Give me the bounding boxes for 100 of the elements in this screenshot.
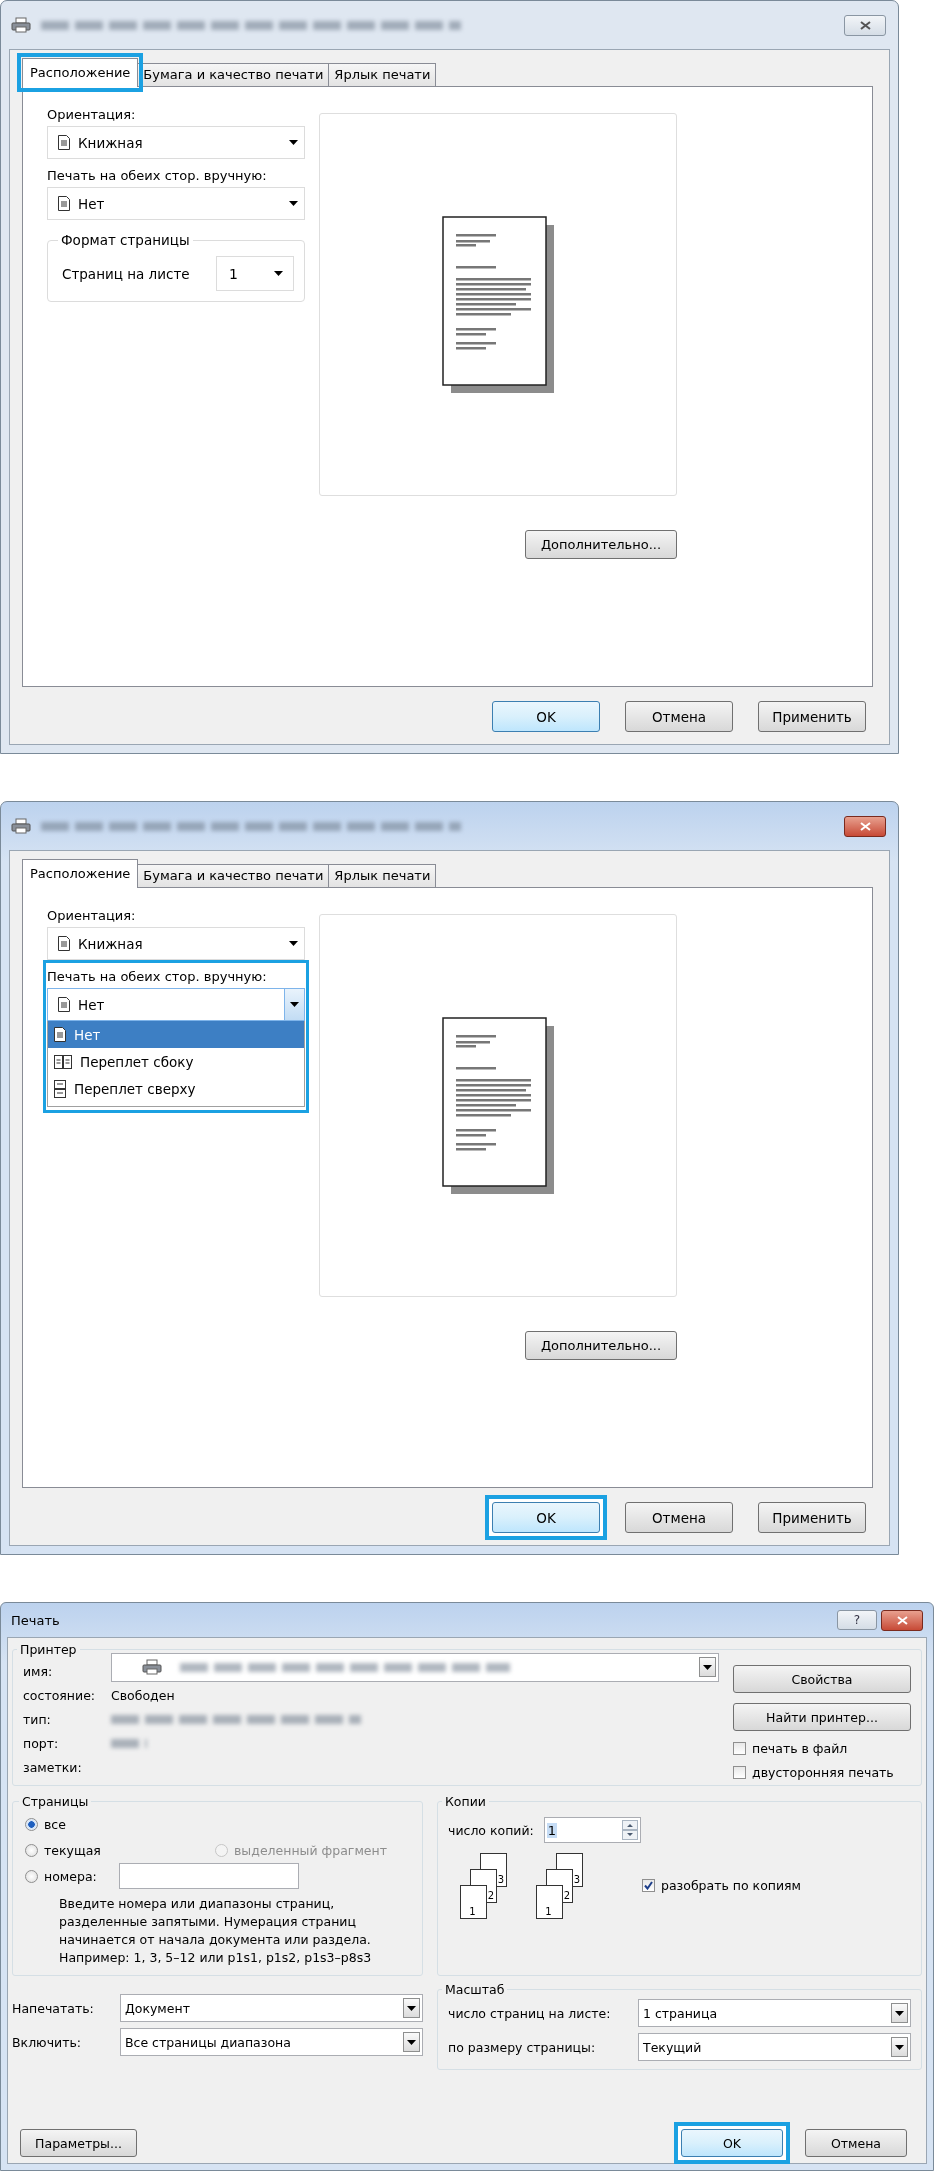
side-by-side-pages-icon <box>54 1054 72 1069</box>
checkbox[interactable] <box>642 1878 655 1892</box>
dropdown[interactable]: Документ <box>120 1994 423 2022</box>
window-title: Печать <box>10 1612 60 1628</box>
button[interactable]: Дополнительно... <box>525 1331 677 1360</box>
radio-label: текущая <box>44 1842 101 1858</box>
checkbox[interactable] <box>733 1765 746 1779</box>
page-icon <box>58 135 70 150</box>
checkbox-label: разобрать по копиям <box>661 1877 802 1893</box>
button[interactable]: Отмена <box>805 2129 907 2157</box>
field-label: заметки: <box>23 1759 83 1775</box>
button[interactable]: Параметры... <box>20 2129 137 2157</box>
field-label: тип: <box>23 1711 52 1727</box>
button[interactable]: Дополнительно... <box>525 530 677 559</box>
dropdown-option[interactable]: Нет <box>48 1021 304 1048</box>
dropdown-option[interactable]: Переплет сверху <box>48 1075 304 1102</box>
close-button[interactable] <box>881 1609 923 1631</box>
button[interactable]: Применить <box>758 701 866 732</box>
printer-icon <box>142 1659 162 1675</box>
group-title: Формат страницы <box>60 232 191 248</box>
radio-label: выделенный фрагмент <box>234 1842 387 1858</box>
dropdown[interactable]: Нет <box>47 187 305 220</box>
field-label: состояние: <box>23 1687 97 1703</box>
dropdown-button[interactable] <box>403 1998 420 2018</box>
dropdown[interactable]: Книжная <box>47 927 305 960</box>
spin-arrows-icon <box>621 1820 638 1840</box>
button[interactable]: Найти принтер... <box>733 1703 911 1731</box>
close-button[interactable] <box>844 815 886 837</box>
page-number: 1 <box>545 1906 552 1918</box>
page-number: 1 <box>469 1906 476 1918</box>
close-icon <box>859 821 871 831</box>
group-title: Страницы <box>21 1794 90 1809</box>
input-field[interactable] <box>118 1863 299 1889</box>
field-label: имя: <box>23 1663 54 1679</box>
field-label: по размеру страницы: <box>448 2039 597 2055</box>
radio-button[interactable] <box>25 1817 38 1831</box>
dropdown-option[interactable]: Переплет сбоку <box>48 1048 304 1075</box>
close-button[interactable] <box>844 14 886 36</box>
button[interactable]: Отмена <box>625 701 733 732</box>
page-number: 2 <box>563 1890 570 1902</box>
button[interactable]: OK <box>681 2129 783 2157</box>
checkbox[interactable] <box>733 1741 746 1755</box>
spinner-field[interactable]: 1 <box>543 1817 641 1843</box>
dropdown[interactable]: Текущий <box>638 2033 911 2061</box>
close-icon <box>896 1615 908 1625</box>
stacked-pages-icon <box>54 1079 66 1098</box>
hint-text: Введите номера или диапазоны страниц, разделенные запятыми. Нумерация страниц начинается от начала документа или раздела. Например: 1, 3, 5–12 или p1s1, p1s2, p1s3–p8s3 <box>59 1895 373 1967</box>
tab[interactable]: Расположение <box>22 859 139 888</box>
radio-button[interactable] <box>25 1843 38 1857</box>
button[interactable]: Свойства <box>733 1665 911 1693</box>
page-number: 3 <box>497 1874 504 1886</box>
dropdown-arrow-icon <box>895 2010 904 2016</box>
help-button[interactable]: ? <box>837 1610 877 1630</box>
button[interactable]: OK <box>492 701 600 732</box>
field-label: Ориентация: <box>47 107 137 122</box>
field-label: порт: <box>23 1735 60 1751</box>
group-title: Масштаб <box>444 1982 506 1997</box>
page-icon <box>54 1027 66 1042</box>
button[interactable]: Отмена <box>625 1502 733 1533</box>
dropdown[interactable]: Книжная <box>47 126 305 159</box>
dropdown-arrow-icon <box>290 1002 299 1007</box>
dropdown-button[interactable] <box>284 989 304 1020</box>
dropdown-arrow-icon <box>289 140 298 145</box>
dropdown-arrow-icon <box>407 2005 416 2011</box>
button[interactable]: Применить <box>758 1502 866 1533</box>
dropdown[interactable]: 1 <box>216 256 294 291</box>
tab[interactable]: Бумага и качество печати <box>137 864 330 887</box>
page-number: 3 <box>573 1874 580 1886</box>
radio-label: номера: <box>44 1868 97 1884</box>
close-icon <box>859 20 871 30</box>
page-icon <box>58 997 70 1012</box>
dropdown-button[interactable] <box>699 1657 716 1677</box>
radio-button[interactable] <box>25 1869 38 1883</box>
tab[interactable]: Ярлык печати <box>328 864 437 887</box>
page-number: 2 <box>487 1890 494 1902</box>
dropdown[interactable]: Все страницы диапазона <box>120 2028 423 2056</box>
button[interactable]: OK <box>492 1502 600 1533</box>
dropdown-arrow-icon <box>703 1664 712 1670</box>
dropdown-arrow-icon <box>895 2044 904 2050</box>
field-value: Свободен <box>111 1687 176 1703</box>
field-label: Печать на обеих стор. вручную: <box>47 168 268 183</box>
field-label: Печать на обеих стор. вручную: <box>47 969 268 984</box>
group-title: Копии <box>444 1794 487 1809</box>
dropdown-arrow-icon <box>289 941 298 946</box>
checkbox-label: печать в файл <box>752 1740 848 1756</box>
page-icon <box>58 196 70 211</box>
radio-label: все <box>44 1816 66 1832</box>
dropdown[interactable]: 1 страница <box>638 1999 911 2027</box>
field-label: Ориентация: <box>47 908 137 923</box>
dropdown-arrow-icon <box>289 201 298 206</box>
dropdown-button[interactable] <box>891 2037 908 2057</box>
tab[interactable]: Бумага и качество печати <box>137 63 330 86</box>
dropdown[interactable]: Нет <box>47 988 305 1021</box>
page-icon <box>58 936 70 951</box>
dropdown-button[interactable] <box>891 2003 908 2023</box>
group-title: Принтер <box>19 1642 78 1657</box>
tab[interactable]: Ярлык печати <box>328 63 437 86</box>
dropdown-arrow-icon <box>274 271 283 276</box>
dropdown-button[interactable] <box>403 2032 420 2052</box>
field-label: Страниц на листе <box>62 265 190 282</box>
